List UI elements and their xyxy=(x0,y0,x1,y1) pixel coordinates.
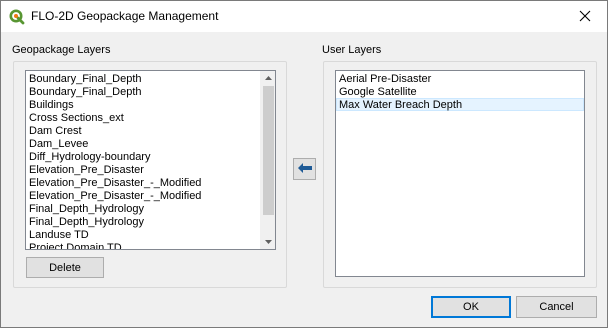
arrow-left-icon xyxy=(297,162,312,176)
cancel-button-label: Cancel xyxy=(539,301,574,313)
qgis-icon xyxy=(9,9,25,25)
window-title: FLO-2D Geopackage Management xyxy=(31,9,219,23)
geopackage-layers-list[interactable]: Boundary_Final_Depth Boundary_Final_Depth… xyxy=(25,70,276,250)
list-item[interactable]: Dam_Levee xyxy=(26,137,259,150)
vertical-scrollbar[interactable] xyxy=(260,71,275,249)
list-item[interactable]: Boundary_Final_Depth xyxy=(26,72,259,85)
user-layers-label: User Layers xyxy=(322,44,382,56)
close-icon[interactable] xyxy=(563,1,607,31)
list-item[interactable]: Final_Depth_Hydrology xyxy=(26,215,259,228)
list-item[interactable]: Buildings xyxy=(26,98,259,111)
list-item[interactable]: Cross Sections_ext xyxy=(26,111,259,124)
list-item[interactable]: Boundary_Final_Depth xyxy=(26,85,259,98)
scroll-up-icon[interactable] xyxy=(261,71,275,85)
ok-button[interactable]: OK xyxy=(431,296,511,318)
list-item[interactable]: Elevation_Pre_Disaster_-_Modified xyxy=(26,176,259,189)
geopackage-layers-label: Geopackage Layers xyxy=(12,44,111,56)
list-item[interactable]: Dam Crest xyxy=(26,124,259,137)
dialog-window: FLO-2D Geopackage Management Geopackage … xyxy=(0,0,608,328)
delete-button[interactable]: Delete xyxy=(26,257,104,278)
list-item[interactable]: Google Satellite xyxy=(336,85,584,98)
list-item[interactable]: Elevation_Pre_Disaster xyxy=(26,163,259,176)
list-item[interactable]: Aerial Pre-Disaster xyxy=(336,72,584,85)
list-item[interactable]: Max Water Breach Depth xyxy=(336,98,584,111)
user-layers-list[interactable]: Aerial Pre-Disaster Google Satellite Max W… xyxy=(335,70,585,277)
list-item[interactable]: Project Domain TD xyxy=(26,241,259,249)
ok-button-label: OK xyxy=(463,301,479,313)
list-item[interactable]: Elevation_Pre_Disaster_-_Modified xyxy=(26,189,259,202)
list-item[interactable]: Final_Depth_Hydrology xyxy=(26,202,259,215)
cancel-button[interactable]: Cancel xyxy=(516,296,597,318)
list-item[interactable]: Diff_Hydrology-boundary xyxy=(26,150,259,163)
delete-button-label: Delete xyxy=(49,261,81,274)
list-item[interactable]: Landuse TD xyxy=(26,228,259,241)
title-bar[interactable]: FLO-2D Geopackage Management xyxy=(1,1,607,32)
move-to-geopackage-button[interactable] xyxy=(293,158,316,180)
scrollbar-thumb[interactable] xyxy=(263,86,274,215)
scroll-down-icon[interactable] xyxy=(261,235,275,249)
